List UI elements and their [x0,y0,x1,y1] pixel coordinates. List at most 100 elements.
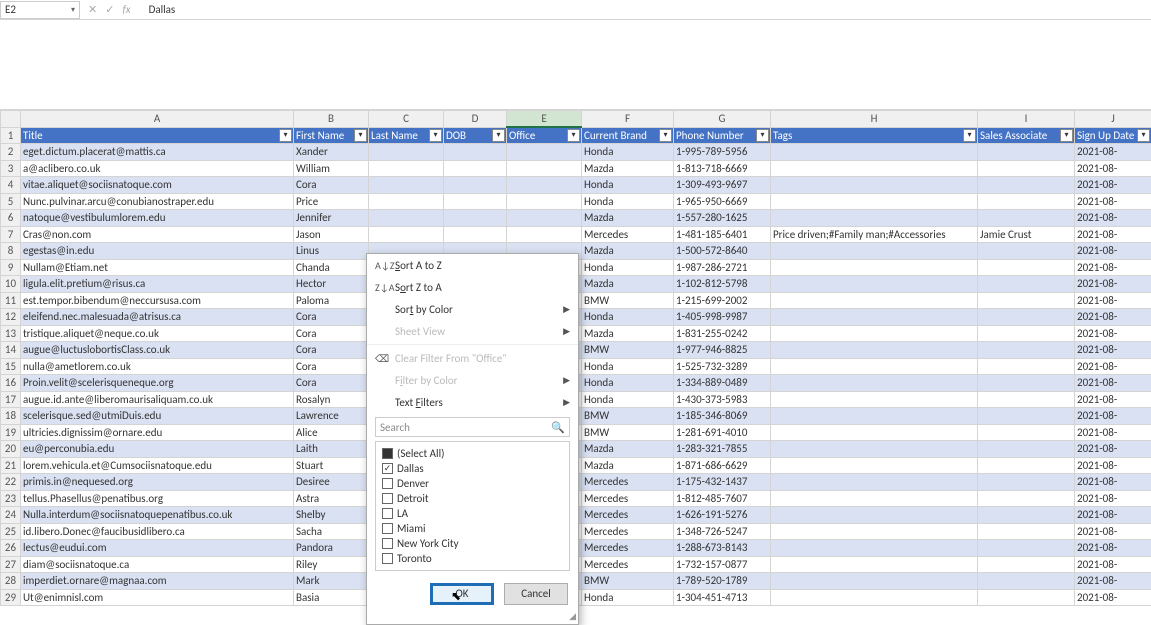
cell[interactable] [507,210,582,227]
cell[interactable]: 1-557-280-1625 [674,210,771,227]
cell[interactable]: 2021-08- [1075,325,1151,342]
cell[interactable]: Honda [582,309,674,326]
cell[interactable]: lorem.vehicula.et@Cumsociisnatoque.edu [21,457,294,474]
cell[interactable]: imperdiet.ornare@magnaa.com [21,573,294,590]
cell[interactable] [771,391,978,408]
cell[interactable] [771,177,978,194]
row-header[interactable]: 19 [1,424,21,441]
cell[interactable] [507,144,582,161]
col-header-f[interactable]: F [582,111,674,128]
cell[interactable] [771,540,978,557]
cell[interactable]: Pandora [294,540,369,557]
cell[interactable]: Cora [294,309,369,326]
cell[interactable] [771,160,978,177]
row-header[interactable]: 24 [1,507,21,524]
cell[interactable]: Proin.velit@scelerisqueneque.org [21,375,294,392]
cell[interactable]: Mercedes [582,490,674,507]
cell[interactable]: 1-871-686-6629 [674,457,771,474]
cell[interactable]: ligula.elit.pretium@risus.ca [21,276,294,293]
cell[interactable]: Mazda [582,210,674,227]
cell[interactable]: a@aclibero.co.uk [21,160,294,177]
cell[interactable]: Mercedes [582,474,674,491]
cell[interactable] [771,457,978,474]
cell[interactable] [369,210,444,227]
cell[interactable]: Honda [582,177,674,194]
cell[interactable] [507,160,582,177]
cell[interactable]: Mazda [582,325,674,342]
cell[interactable]: est.tempor.bibendum@neccursusa.com [21,292,294,309]
checkbox-icon[interactable] [382,523,393,534]
formula-content[interactable]: Dallas [139,3,176,16]
cell[interactable] [771,441,978,458]
cell[interactable] [444,193,507,210]
cell[interactable]: 1-185-346-8069 [674,408,771,425]
cell[interactable] [978,540,1075,557]
cell[interactable]: Price [294,193,369,210]
cell[interactable]: Price driven;#Family man;#Accessories [771,226,978,243]
filter-button-dob[interactable]: ▾ [492,129,505,142]
cell[interactable]: 2021-08- [1075,144,1151,161]
cell[interactable] [978,523,1075,540]
cell[interactable]: nulla@ametlorem.co.uk [21,358,294,375]
cell[interactable]: tristique.aliquet@neque.co.uk [21,325,294,342]
filter-button-office[interactable]: ▾ [567,129,580,142]
cell[interactable]: 2021-08- [1075,210,1151,227]
cell[interactable] [771,259,978,276]
cell[interactable]: Desiree [294,474,369,491]
cell[interactable] [771,474,978,491]
cell[interactable]: William [294,160,369,177]
col-header-h[interactable]: H [771,111,978,128]
row-header[interactable]: 12 [1,309,21,326]
cell[interactable] [978,309,1075,326]
cell[interactable]: Honda [582,193,674,210]
cell[interactable] [444,226,507,243]
cell[interactable] [978,243,1075,260]
cell[interactable] [771,573,978,590]
cell[interactable]: 1-813-718-6669 [674,160,771,177]
cell[interactable] [978,193,1075,210]
cell[interactable]: Jason [294,226,369,243]
cell[interactable]: eu@perconubia.edu [21,441,294,458]
cell[interactable]: Ut@enimnisl.com [21,589,294,606]
cell[interactable] [978,325,1075,342]
cell[interactable]: 2021-08- [1075,556,1151,573]
cell[interactable]: 1-732-157-0877 [674,556,771,573]
cell[interactable]: Honda [582,144,674,161]
cell[interactable]: Astra [294,490,369,507]
cell[interactable] [507,177,582,194]
cell[interactable]: Mercedes [582,556,674,573]
cell[interactable] [771,144,978,161]
row-header[interactable]: 13 [1,325,21,342]
cell[interactable] [978,490,1075,507]
cell[interactable]: Honda [582,259,674,276]
cell[interactable]: Sacha [294,523,369,540]
cell[interactable]: 2021-08- [1075,540,1151,557]
cell[interactable]: 2021-08- [1075,424,1151,441]
cell[interactable]: 1-175-432-1437 [674,474,771,491]
filter-option[interactable]: (Select All) [382,446,563,461]
row-header[interactable]: 25 [1,523,21,540]
menu-sort-za[interactable]: Z↓A Sort Z to A [367,276,578,298]
cell[interactable]: Mercedes [582,507,674,524]
cell[interactable] [369,144,444,161]
cell[interactable]: 1-304-451-4713 [674,589,771,606]
cell[interactable]: Linus [294,243,369,260]
cell[interactable]: Hector [294,276,369,293]
cell[interactable] [978,144,1075,161]
cell[interactable]: Rosalyn [294,391,369,408]
cell[interactable]: Basia [294,589,369,606]
menu-text-filters[interactable]: Text Filters ▶ [367,391,578,413]
cell[interactable]: 1-281-691-4010 [674,424,771,441]
fx-icon[interactable]: fx [122,3,130,16]
cell[interactable]: Mazda [582,276,674,293]
menu-sort-by-color[interactable]: Sort by Color ▶ [367,298,578,320]
cell[interactable]: 1-789-520-1789 [674,573,771,590]
filter-button-tags[interactable]: ▾ [963,129,976,142]
cell[interactable]: 2021-08- [1075,507,1151,524]
cell[interactable]: augue@luctuslobortisClass.co.uk [21,342,294,359]
cell[interactable]: 2021-08- [1075,375,1151,392]
cell[interactable]: BMW [582,424,674,441]
row-header[interactable]: 5 [1,193,21,210]
cell[interactable] [507,226,582,243]
cell[interactable] [444,144,507,161]
